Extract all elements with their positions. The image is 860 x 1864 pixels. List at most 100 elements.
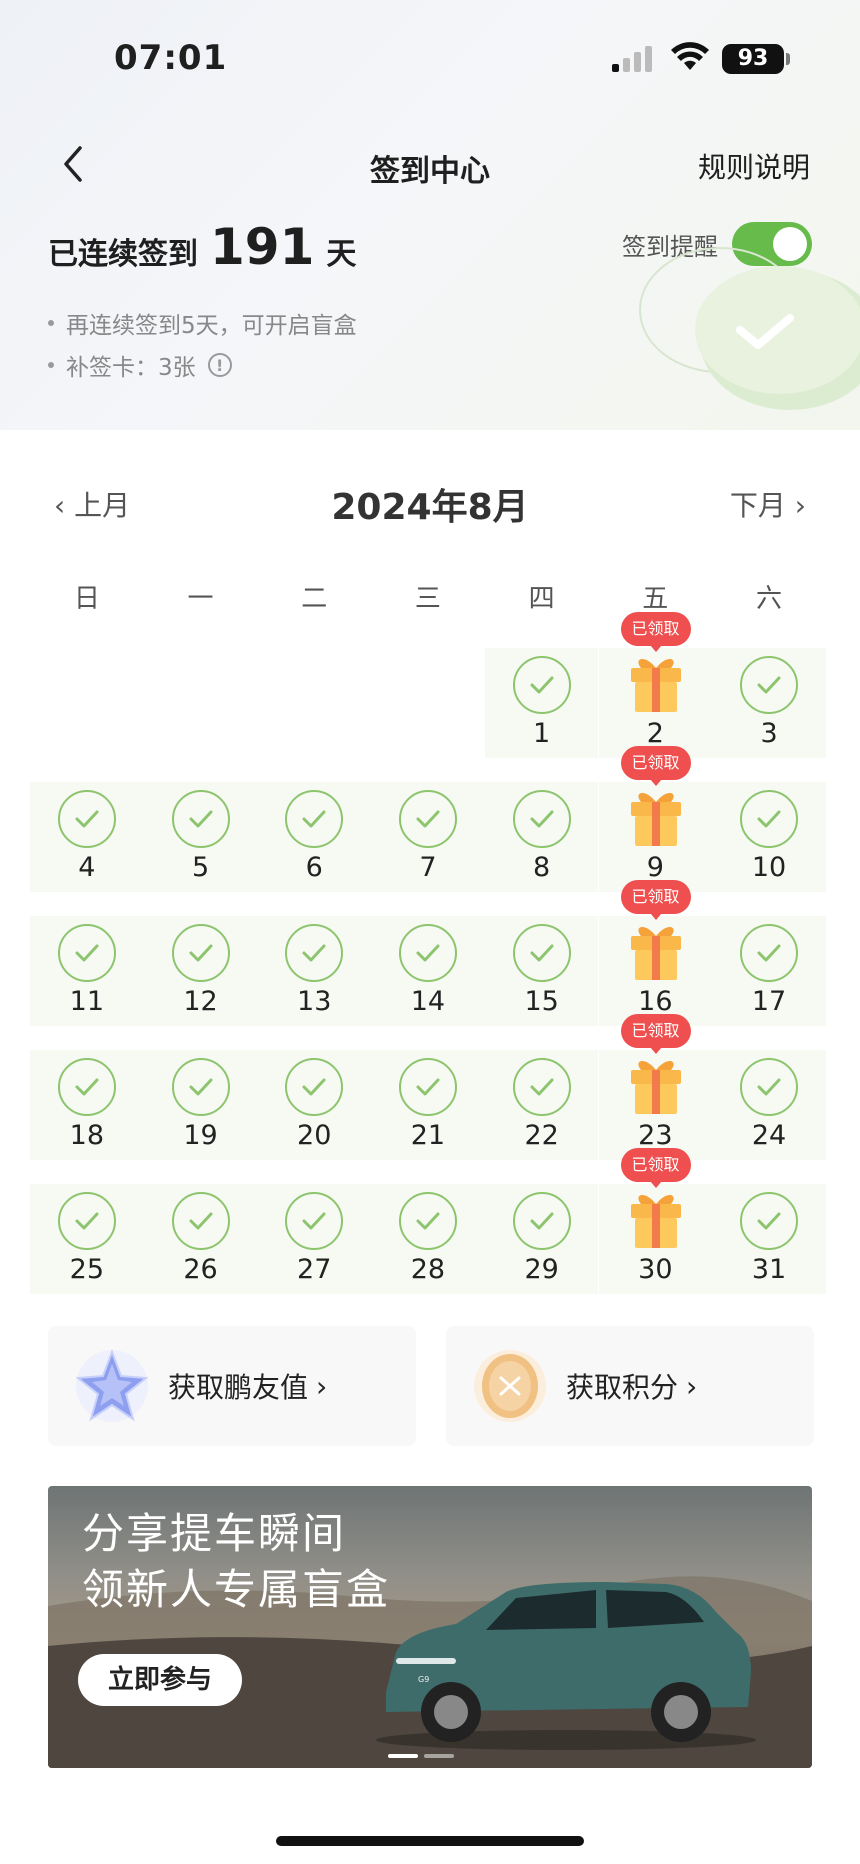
calendar-day-15[interactable]: 15 (484, 916, 599, 1026)
check-circle-icon (399, 924, 458, 982)
calendar-day-30[interactable]: 已领取 30 (598, 1148, 713, 1294)
calendar-day-31[interactable]: 31 (712, 1184, 826, 1294)
calendar-day-9[interactable]: 已领取 9 (598, 746, 713, 892)
calendar-day-28[interactable]: 28 (371, 1184, 485, 1294)
status-time: 07:01 (114, 38, 228, 78)
home-indicator (276, 1836, 584, 1846)
battery-indicator: 93 (722, 44, 784, 74)
calendar-day-4[interactable]: 4 (30, 782, 144, 892)
calendar-day-3[interactable]: 3 (712, 648, 826, 758)
day-number: 1 (533, 718, 551, 749)
calendar-day-12[interactable]: 12 (143, 916, 258, 1026)
weekday-label: 六 (755, 584, 782, 614)
calendar-day-10[interactable]: 10 (712, 782, 826, 892)
check-circle-icon (171, 1192, 230, 1250)
calendar-day-6[interactable]: 6 (257, 782, 372, 892)
banner-title: 分享提车瞬间 领新人专属盲盒 (82, 1509, 391, 1614)
calendar-day-29[interactable]: 29 (484, 1184, 599, 1294)
weekday-label: 五 (642, 584, 669, 614)
calendar-day-7[interactable]: 7 (371, 782, 485, 892)
month-switcher: ‹ 上月 2024年8月 下月 › (0, 472, 860, 532)
car-badge: G9 (418, 1675, 429, 1684)
calendar-day-14[interactable]: 14 (371, 916, 485, 1026)
chevron-right-icon: › (686, 1369, 698, 1403)
calendar-day-13[interactable]: 13 (257, 916, 372, 1026)
card-label: 获取积分 (566, 1371, 679, 1404)
calendar-day-18[interactable]: 18 (30, 1050, 144, 1160)
claimed-badge: 已领取 (620, 1014, 691, 1054)
check-circle-icon (58, 790, 116, 848)
check-circle-icon (58, 1058, 116, 1116)
calendar-day-24[interactable]: 24 (712, 1050, 826, 1160)
weekday-label: 四 (528, 584, 555, 614)
check-circle-icon (512, 656, 571, 714)
calendar-week-row: 4 5 6 7 8 已领取 9 10 (30, 746, 826, 892)
calendar-day-19[interactable]: 19 (143, 1050, 258, 1160)
check-circle-icon (171, 1058, 230, 1116)
carousel-dot[interactable] (388, 1754, 418, 1758)
day-number: 3 (760, 718, 778, 749)
claimed-badge: 已领取 (620, 880, 691, 920)
calendar-day-17[interactable]: 17 (712, 916, 826, 1026)
join-now-button[interactable]: 立即参与 (78, 1654, 242, 1706)
coin-icon (474, 1350, 546, 1422)
gift-box-icon (627, 1188, 685, 1250)
day-number: 5 (191, 852, 210, 883)
check-circle-icon (740, 790, 799, 848)
star-crystal-icon (75, 1349, 149, 1422)
day-number: 8 (533, 852, 551, 883)
weekday-label: 三 (414, 584, 441, 614)
check-circle-icon (171, 924, 230, 982)
day-number: 23 (638, 1120, 673, 1151)
get-points-card[interactable]: 获取积分 › (446, 1326, 814, 1446)
calendar-day-16[interactable]: 已领取 16 (598, 880, 713, 1026)
day-number: 6 (305, 852, 323, 883)
check-badge-decoration (639, 247, 860, 410)
day-number: 10 (751, 852, 787, 883)
calendar-day-23[interactable]: 已领取 23 (598, 1014, 713, 1160)
tip-item: 再连续签到5天，可开启盲盒 (48, 302, 357, 344)
get-friend-points-card[interactable]: 获取鹏友值 › (48, 1326, 416, 1446)
day-number: 19 (183, 1120, 218, 1151)
rules-link[interactable]: 规则说明 (698, 146, 810, 186)
day-number: 27 (297, 1254, 332, 1285)
carousel-dot[interactable] (424, 1754, 454, 1758)
gift-box-icon (627, 786, 685, 848)
calendar-day-27[interactable]: 27 (257, 1184, 372, 1294)
day-number: 17 (751, 986, 787, 1017)
check-circle-icon (58, 1192, 116, 1250)
nav-bar: 签到中心 规则说明 (0, 130, 860, 200)
calendar-day-20[interactable]: 20 (257, 1050, 372, 1160)
day-number: 15 (524, 986, 559, 1017)
gift-box-icon (627, 920, 685, 982)
check-circle-icon (285, 1192, 344, 1250)
day-number: 25 (69, 1254, 105, 1285)
calendar-day-1[interactable]: 1 (484, 648, 599, 758)
promo-banner[interactable]: 分享提车瞬间 领新人专属盲盒 立即参与 G9 (48, 1486, 812, 1768)
check-circle-icon (58, 924, 116, 982)
calendar-week-row: 1 已领取 2 3 (30, 612, 826, 758)
claimed-badge: 已领取 (620, 1148, 691, 1188)
calendar-day-25[interactable]: 25 (30, 1184, 144, 1294)
calendar-day-21[interactable]: 21 (371, 1050, 485, 1160)
calendar-week-row: 25 26 27 28 29 已领取 30 31 (30, 1148, 826, 1294)
day-number: 14 (410, 986, 446, 1017)
calendar-day-2[interactable]: 已领取 2 (598, 612, 713, 758)
calendar-day-22[interactable]: 22 (484, 1050, 599, 1160)
check-circle-icon (285, 790, 344, 848)
streak-days: 191 (210, 218, 315, 276)
tips-list: 再连续签到5天，可开启盲盒 补签卡：3张! (48, 302, 357, 386)
info-icon[interactable]: ! (207, 353, 232, 377)
day-number: 22 (524, 1120, 559, 1151)
calendar-day-26[interactable]: 26 (143, 1184, 258, 1294)
check-circle-icon (285, 1058, 344, 1116)
check-circle-icon (512, 1192, 571, 1250)
check-circle-icon (399, 1058, 458, 1116)
check-circle-icon (399, 1192, 458, 1250)
calendar-day-8[interactable]: 8 (484, 782, 599, 892)
calendar-day-11[interactable]: 11 (30, 916, 144, 1026)
next-month-button[interactable]: 下月 › (730, 484, 806, 524)
calendar-day-5[interactable]: 5 (143, 782, 258, 892)
day-number: 26 (183, 1254, 218, 1285)
check-circle-icon (512, 1058, 571, 1116)
